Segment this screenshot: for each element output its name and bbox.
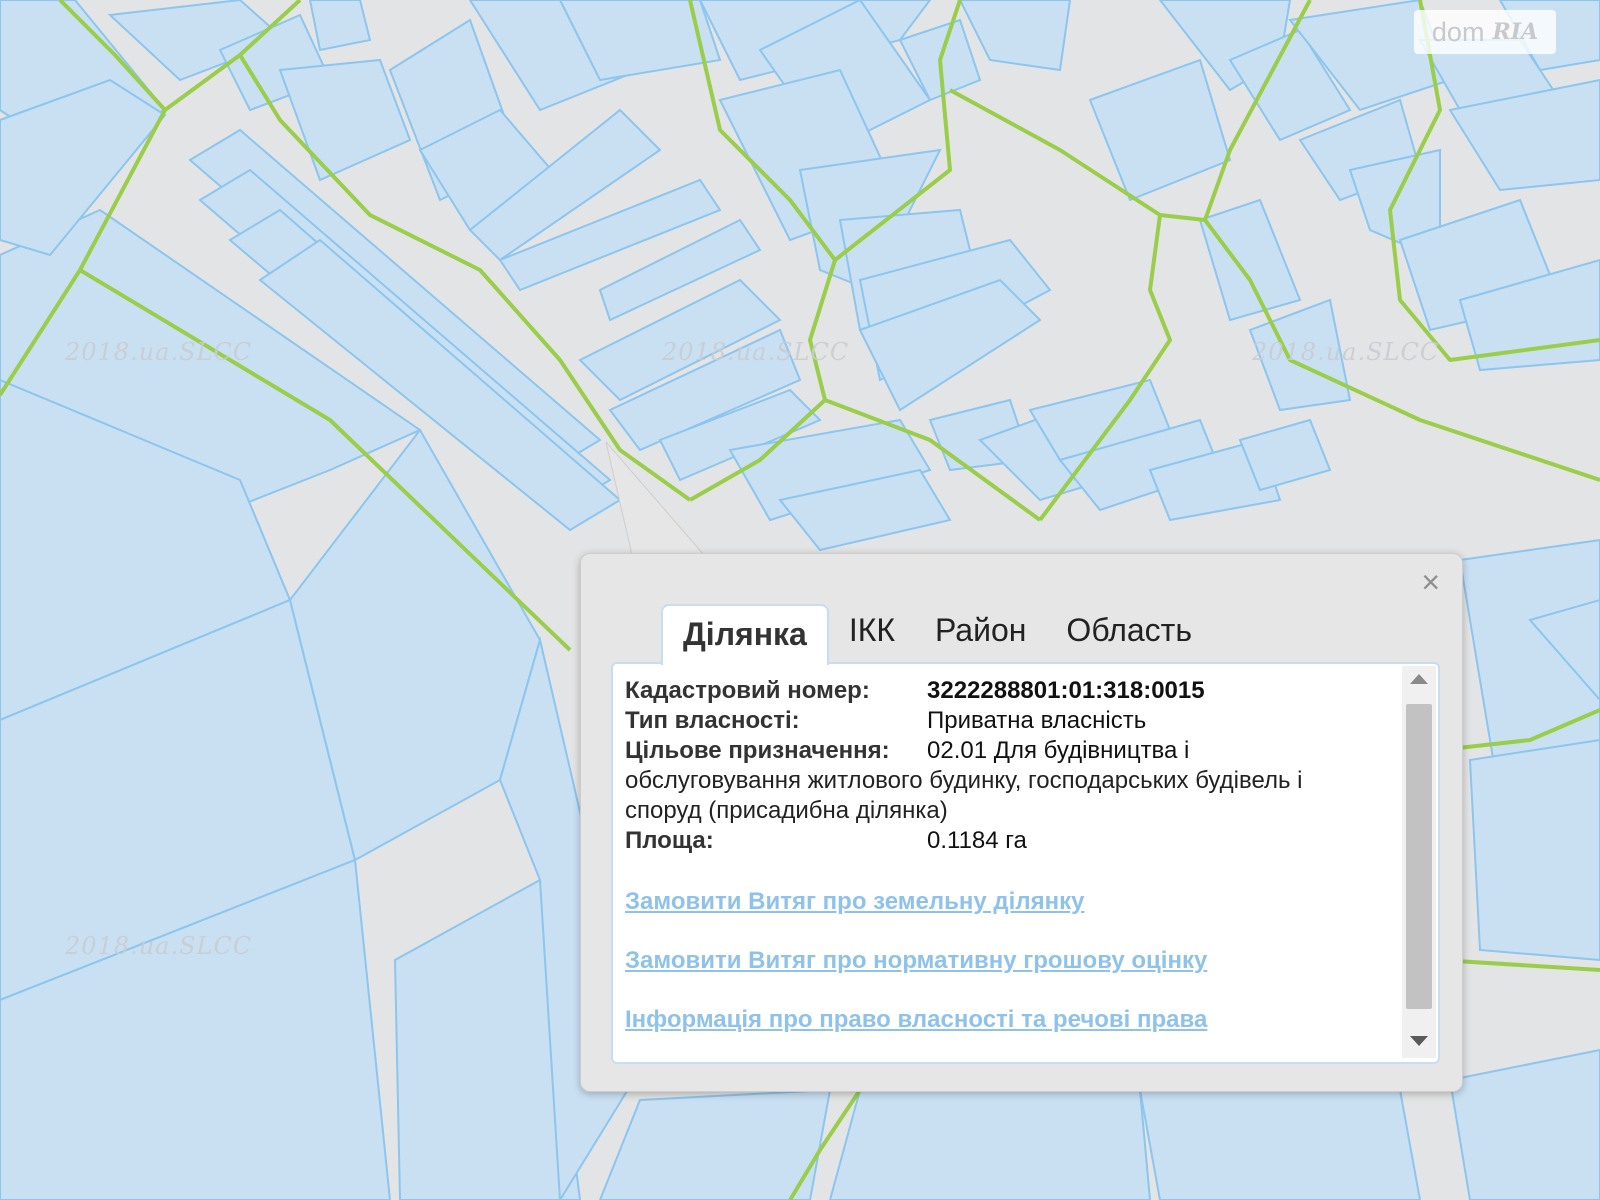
area-label: Площа: [625, 827, 714, 854]
watermark: 2018.ua.SLCC [65, 932, 253, 960]
logo-text: dom [1431, 16, 1485, 47]
close-icon[interactable]: × [1421, 566, 1440, 598]
popup-pointer [605, 441, 710, 558]
tab-parcel[interactable]: Ділянка [661, 604, 829, 665]
tab-region[interactable]: Область [1046, 602, 1212, 663]
scroll-down-icon[interactable] [1410, 1036, 1428, 1046]
parcel-info-popup: × Ділянка ІКК Район Область Кадастровий … [580, 553, 1463, 1092]
ownership-type-value: Приватна власність [927, 707, 1147, 734]
ownership-rights-link[interactable]: Інформація про право власності та речові… [625, 1006, 1207, 1034]
logo-ria: RIA [1492, 19, 1539, 45]
purpose-value-line2: обслуговування житлового будинку, господ… [625, 767, 1303, 794]
watermark: 2018.ua.SLCC [662, 338, 850, 366]
watermark: 2018.ua.SLCC [65, 338, 253, 366]
tab-ikk[interactable]: ІКК [829, 602, 915, 663]
order-land-extract-link[interactable]: Замовити Витяг про земельну ділянку [625, 888, 1207, 916]
domria-logo: dom RIA [1414, 10, 1556, 54]
purpose-label: Цільове призначення: [625, 737, 890, 764]
order-valuation-extract-link[interactable]: Замовити Витяг про нормативну грошову оц… [625, 947, 1207, 975]
scrollbar-thumb[interactable] [1406, 704, 1432, 1009]
cadastral-number-label: Кадастровий номер: [625, 677, 870, 704]
scrollbar[interactable] [1402, 666, 1436, 1058]
scroll-up-icon[interactable] [1410, 674, 1428, 684]
cadastral-number-value: 3222288801:01:318:0015 [927, 677, 1205, 704]
purpose-value-line1: 02.01 Для будівництва і [927, 737, 1190, 764]
parcel-details: Кадастровий номер: 3222288801:01:318:001… [611, 662, 1440, 1064]
purpose-value-line3: споруд (присадибна ділянка) [625, 797, 948, 824]
watermark: 2018.ua.SLCC [1252, 338, 1440, 366]
ownership-type-label: Тип власності: [625, 707, 800, 734]
area-value: 0.1184 га [927, 827, 1027, 854]
popup-tabs: Ділянка ІКК Район Область [661, 602, 1212, 665]
tab-district[interactable]: Район [915, 602, 1046, 663]
